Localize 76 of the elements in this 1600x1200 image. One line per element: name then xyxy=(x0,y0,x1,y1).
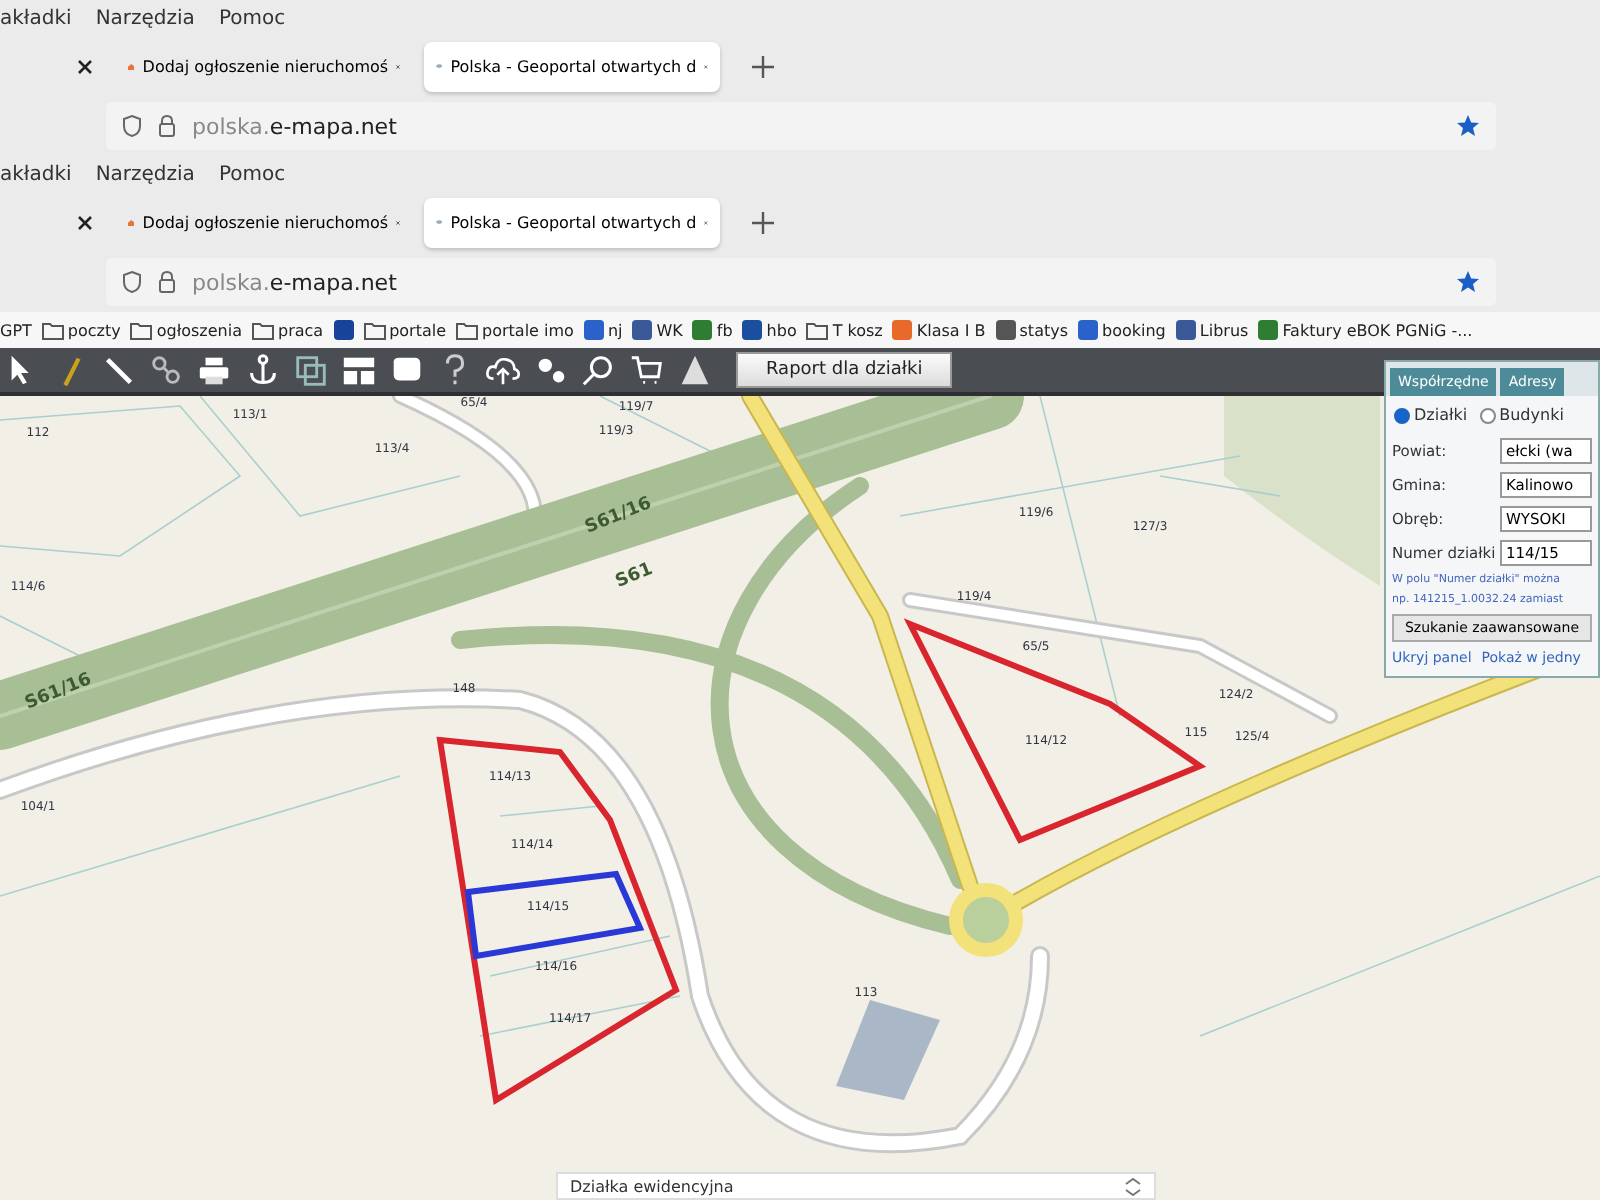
close-icon[interactable] xyxy=(78,215,92,229)
close-icon[interactable] xyxy=(78,59,92,73)
anchor-icon[interactable] xyxy=(244,351,282,389)
browser-tab[interactable]: Polska - Geoportal otwartych d xyxy=(424,41,720,91)
tab-title: Dodaj ogłoszenie nieruchomoś xyxy=(142,213,389,231)
url-text: polska.e-mapa.net xyxy=(192,113,397,139)
bookmark[interactable]: booking xyxy=(1078,320,1166,340)
site-icon xyxy=(892,320,913,340)
zoom-icon[interactable] xyxy=(580,351,618,389)
tab-title: Polska - Geoportal otwartych d xyxy=(450,57,697,75)
bookmark-star-icon[interactable] xyxy=(1456,270,1480,294)
bookmark[interactable]: Librus xyxy=(1175,320,1249,340)
site-icon xyxy=(1078,320,1099,340)
site-icon xyxy=(583,320,604,340)
menu-item[interactable]: Pomoc xyxy=(218,7,286,29)
pond-area xyxy=(836,1000,940,1100)
legend-title: Działka ewidencyjna xyxy=(570,1177,734,1195)
road-label: S61 xyxy=(613,559,656,593)
bookmark[interactable]: nj xyxy=(583,320,623,340)
menu-item[interactable]: Pomoc xyxy=(218,163,286,185)
radio-button[interactable] xyxy=(1394,407,1410,423)
roundabout xyxy=(949,883,1023,957)
bookmark[interactable]: hbo xyxy=(742,320,797,340)
site-icon xyxy=(692,320,713,340)
site-icon xyxy=(333,320,354,340)
browser-tab[interactable]: Dodaj ogłoszenie nieruchomoś xyxy=(116,197,412,247)
site-icon xyxy=(632,320,653,340)
folder-icon xyxy=(363,321,386,339)
site-icon xyxy=(995,320,1016,340)
url-text: polska.e-mapa.net xyxy=(192,269,397,295)
browser-tab[interactable]: Polska - Geoportal otwartych d xyxy=(424,197,720,247)
tab-title: Polska - Geoportal otwartych d xyxy=(450,213,697,231)
new-tab-icon[interactable] xyxy=(752,211,774,233)
link-icon[interactable] xyxy=(148,351,186,389)
folder-icon xyxy=(252,321,274,339)
bookmark[interactable]: portale imo xyxy=(456,321,574,339)
bookmark[interactable]: fb xyxy=(692,320,733,340)
folder-icon xyxy=(130,321,153,339)
bookmark[interactable]: ogłoszenia xyxy=(130,321,242,339)
folder-icon xyxy=(456,321,479,339)
address-bar[interactable]: polska.e-mapa.net xyxy=(106,258,1496,306)
bookmark[interactable]: GPT xyxy=(0,321,32,339)
radio-label: Działki xyxy=(1414,406,1468,424)
bookmark[interactable]: Klasa I B xyxy=(892,320,986,340)
bookmark[interactable]: praca xyxy=(252,321,324,339)
radio-label: Budynki xyxy=(1499,406,1564,424)
site-icon xyxy=(742,320,763,340)
bookmark[interactable]: portale xyxy=(363,321,447,339)
menu-item[interactable]: Narzędzia xyxy=(95,163,195,185)
cart-icon[interactable] xyxy=(628,351,666,389)
copy-icon[interactable] xyxy=(292,351,330,389)
bookmark[interactable]: statys xyxy=(995,320,1069,340)
bookmark[interactable]: T kosz xyxy=(806,321,883,339)
shield-icon xyxy=(122,270,142,294)
bookmark-star-icon[interactable] xyxy=(1456,114,1480,138)
new-tab-icon[interactable] xyxy=(752,55,774,77)
lock-icon xyxy=(158,270,176,294)
bookmark[interactable]: poczty xyxy=(41,321,121,339)
tab-title: Dodaj ogłoszenie nieruchomoś xyxy=(142,57,389,75)
folder-icon xyxy=(41,321,64,339)
report-button[interactable]: Raport dla działki xyxy=(736,352,953,388)
bookmark[interactable] xyxy=(333,320,354,340)
radio-button[interactable] xyxy=(1479,407,1496,423)
browser-tab[interactable]: Dodaj ogłoszenie nieruchomoś xyxy=(116,41,412,91)
lock-icon xyxy=(158,114,176,138)
shield-icon xyxy=(122,114,142,138)
expand-icon[interactable] xyxy=(1124,1177,1142,1195)
site-icon xyxy=(1258,320,1279,340)
site-icon xyxy=(1175,320,1196,340)
address-bar[interactable]: polska.e-mapa.net xyxy=(106,102,1496,150)
menu-item[interactable]: akładki xyxy=(0,7,72,29)
menu-item[interactable]: akładki xyxy=(0,163,72,185)
bookmark[interactable]: WK xyxy=(632,320,683,340)
menu-item[interactable]: Narzędzia xyxy=(95,7,195,29)
folder-icon xyxy=(806,321,829,339)
bookmark[interactable]: Faktury eBOK PGNiG -... xyxy=(1258,320,1473,340)
